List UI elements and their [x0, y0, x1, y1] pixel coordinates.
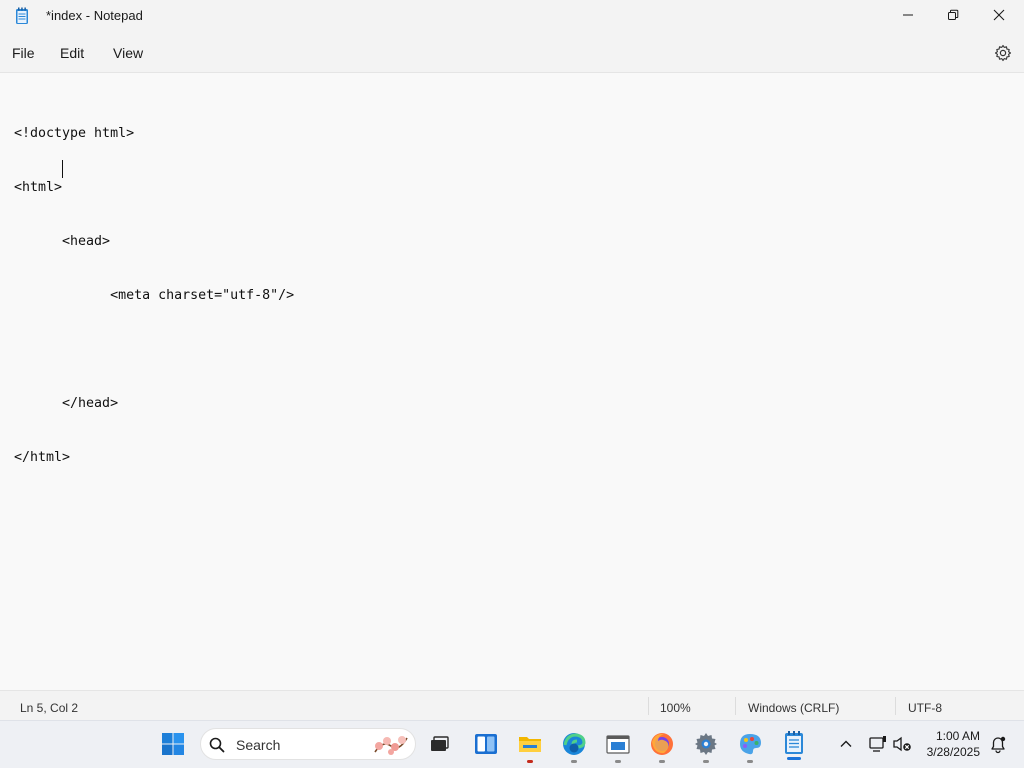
chevron-up-icon: [840, 740, 852, 747]
text-cursor: [62, 160, 63, 178]
search-placeholder: Search: [236, 737, 281, 753]
task-view-button[interactable]: [425, 730, 453, 758]
clock-date: 3/28/2025: [926, 745, 980, 759]
zoom-level[interactable]: 100%: [660, 701, 691, 715]
file-explorer-button[interactable]: [516, 730, 544, 763]
running-indicator: [571, 760, 577, 763]
gear-icon[interactable]: [994, 44, 1012, 62]
notepad-taskbar-button[interactable]: [780, 726, 808, 762]
widgets-icon: [475, 734, 497, 754]
running-indicator: [747, 760, 753, 763]
settings-icon: [695, 733, 717, 755]
menu-view[interactable]: View: [113, 45, 143, 61]
code-line: <html>: [14, 180, 63, 195]
encoding[interactable]: UTF-8: [908, 701, 942, 715]
firefox-icon: [651, 733, 673, 755]
cursor-position: Ln 5, Col 2: [20, 701, 79, 715]
running-indicator: [527, 760, 533, 763]
system-clock[interactable]: 1:00 AM 3/28/2025: [927, 728, 980, 760]
clock-time: 1:00 AM: [935, 729, 980, 743]
code-line: <!doctype html>: [14, 126, 135, 141]
file-explorer-icon: [519, 737, 541, 752]
volume-button[interactable]: [888, 730, 916, 758]
task-view-icon: [431, 736, 449, 751]
window-title: *index - Notepad: [46, 8, 143, 23]
widgets-button[interactable]: [472, 730, 500, 758]
status-divider: [648, 697, 649, 715]
minimize-button[interactable]: [885, 0, 931, 30]
notepad-icon: [16, 7, 28, 24]
firefox-button[interactable]: [648, 730, 676, 763]
running-indicator: [615, 760, 621, 763]
code-line: </html>: [14, 450, 71, 465]
line-ending[interactable]: Windows (CRLF): [748, 701, 839, 715]
restore-icon: [948, 9, 959, 20]
status-divider: [735, 697, 736, 715]
paint-icon: [740, 734, 761, 755]
edge-icon: [563, 733, 586, 755]
menu-file[interactable]: File: [12, 45, 35, 61]
menu-bar: File Edit View: [0, 36, 1024, 70]
search-icon: [209, 737, 225, 753]
running-indicator: [703, 760, 709, 763]
show-hidden-icons-button[interactable]: [832, 730, 860, 758]
store-window-button[interactable]: [604, 730, 632, 763]
code-line: </head>: [14, 396, 119, 411]
paint-button[interactable]: [736, 730, 764, 763]
menu-edit[interactable]: Edit: [60, 45, 84, 61]
windows-start-icon: [162, 733, 184, 755]
code-line: <meta charset="utf-8"/>: [14, 288, 295, 303]
store-window-icon: [606, 735, 630, 754]
text-editor[interactable]: <!doctype html> <html> <head> <meta char…: [0, 72, 1024, 690]
taskbar-search[interactable]: Search: [200, 728, 416, 760]
close-icon: [993, 9, 1005, 21]
close-button[interactable]: [976, 0, 1022, 30]
code-line: <head>: [14, 234, 111, 249]
notepad-icon: [785, 731, 803, 754]
notification-icon: [991, 736, 1006, 754]
restore-button[interactable]: [930, 0, 976, 30]
notifications-button[interactable]: [984, 730, 1012, 758]
network-icon: [869, 736, 886, 752]
running-indicator: [659, 760, 665, 763]
search-highlight-image: [374, 736, 408, 755]
active-indicator: [787, 757, 801, 760]
edge-button[interactable]: [560, 730, 588, 763]
start-button[interactable]: [159, 730, 187, 758]
volume-muted-icon: [893, 736, 911, 752]
status-divider: [895, 697, 896, 715]
status-bar: Ln 5, Col 2 100% Windows (CRLF) UTF-8: [0, 690, 1024, 720]
settings-button[interactable]: [692, 730, 720, 763]
title-bar: *index - Notepad: [0, 0, 1024, 32]
minimize-icon: [903, 14, 913, 16]
editor-content[interactable]: <!doctype html> <html> <head> <meta char…: [14, 89, 294, 503]
